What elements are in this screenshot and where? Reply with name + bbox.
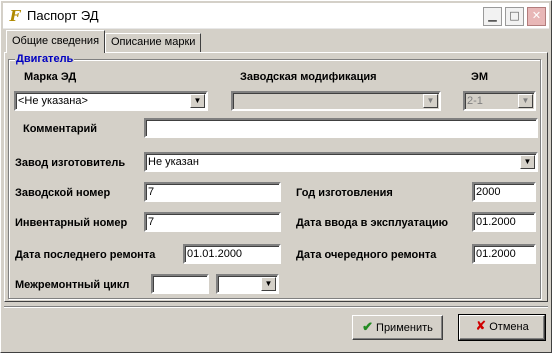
maximize-icon: □ [509,9,520,22]
close-icon: ✕ [531,9,542,22]
tab-general[interactable]: Общие сведения [6,30,106,53]
cross-icon: ✘ [475,319,487,334]
cancel-button[interactable]: ✘ Отмена [458,314,546,341]
minimize-button[interactable]: ▁ [483,7,502,26]
apply-button-label: Применить [376,322,433,334]
app-icon: F [9,7,21,25]
passport-window: F Паспорт ЭД ▁ □ ✕ Общие сведения Описан… [0,0,552,353]
maximize-button[interactable]: □ [505,7,524,26]
minimize-icon: ▁ [488,9,497,22]
checkmark-icon: ✔ [362,319,374,334]
window-title: Паспорт ЭД [27,8,99,23]
tab-panel [4,52,548,302]
cancel-button-label: Отмена [489,321,529,333]
tab-brand-description[interactable]: Описание марки [105,33,202,52]
button-separator [4,306,548,308]
apply-button[interactable]: ✔ Применить [352,315,443,340]
engine-group-title: Двигатель [15,53,75,65]
close-button[interactable]: ✕ [527,7,546,26]
title-bar[interactable]: F Паспорт ЭД ▁ □ ✕ [3,3,549,29]
